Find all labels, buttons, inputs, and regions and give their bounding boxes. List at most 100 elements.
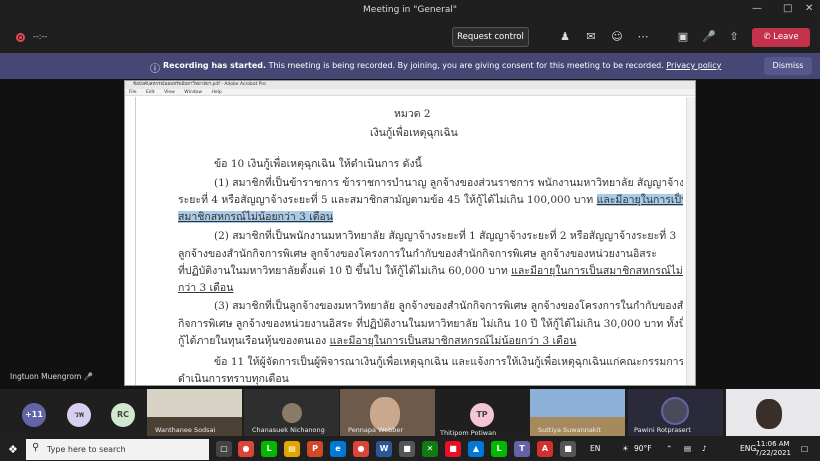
menu-help[interactable]: Help (211, 90, 221, 95)
task-view-icon[interactable]: ▢ (216, 441, 232, 457)
more-participants-button[interactable]: +11 (22, 403, 46, 427)
avatar[interactable]: TP (470, 403, 494, 427)
network-icon[interactable]: ▤ (684, 444, 691, 453)
xbox-icon[interactable]: ✕ (422, 441, 438, 457)
title-bar: Meeting in "General" — □ ✕ (0, 0, 820, 22)
video-feed (661, 397, 689, 425)
teams-icon[interactable]: T (514, 441, 530, 457)
video-tile[interactable]: Wanthanee Sodsai (147, 389, 242, 436)
menu-edit[interactable]: Edit (146, 90, 155, 95)
leave-label: Leave (773, 32, 799, 42)
chat-icon[interactable]: ✉ (584, 30, 598, 44)
edge-icon[interactable]: e (330, 441, 346, 457)
doc-line: สมาชิกสหกรณ์ไม่น้อยกว่า 3 เดือน (178, 208, 334, 225)
participant-name: Wanthanee Sodsai (155, 426, 216, 434)
chevron-up-icon[interactable]: ⌃ (666, 444, 672, 453)
windows-taskbar: ❖ ⚲ Type here to search ▢ ● L ▤ P e ● W … (0, 438, 820, 461)
app-icon[interactable]: ■ (399, 441, 415, 457)
doc-line: ข้อ 10 เงินกู้เพื่อเหตุฉุกเฉิน ให้ดำเนิน… (214, 158, 422, 170)
app-icon[interactable]: ▲ (468, 441, 484, 457)
acrobat-window: ข้อบังคับสหกรณ์ออมทรัพย์มหาวิทยาลัยฯ.pdf… (124, 80, 696, 386)
banner-message: Recording has started. This meeting is b… (163, 61, 721, 70)
avatar[interactable]: วพ (67, 403, 91, 427)
taskbar-search[interactable]: ⚲ Type here to search (26, 439, 209, 460)
weather-icon: ☀ (622, 444, 629, 453)
call-controls: --:-- Request control ♟ ✉ ☺ ⋯ ▣ 🎤 ⇧ ✆ Le… (0, 22, 820, 52)
leave-button[interactable]: ✆ Leave (752, 28, 810, 47)
doc-line: ข้อ 11 ให้ผู้จัดการเป็นผู้พิจารณาเงินกู้… (214, 356, 683, 368)
powerpoint-icon[interactable]: P (307, 441, 323, 457)
share-screen-icon[interactable]: ⇧ (727, 30, 741, 44)
windows-start-icon[interactable]: ❖ (8, 443, 18, 456)
mic-muted-icon: 🎤 (83, 372, 94, 381)
clock-time: 11:06 AM (756, 440, 790, 448)
dismiss-button[interactable]: Dismiss (764, 57, 812, 75)
participant-name: Pennapa Webber (348, 426, 404, 434)
underlined-text: กว่า 3 เดือน (178, 282, 234, 294)
language-small[interactable]: EN (590, 444, 600, 453)
highlighted-text: และมีอายุในการเป็น (596, 194, 683, 206)
notification-icon[interactable]: □ (801, 444, 808, 453)
app-icon[interactable]: ■ (560, 441, 576, 457)
underlined-text: และมีอายุในการเป็นสมาชิกสหกรณ์ไม่น้อยกว่… (329, 335, 577, 347)
doc-text: กู้ได้ภายในทุนเรือนหุ้นของตนเอง (178, 335, 327, 347)
video-tile[interactable] (726, 389, 820, 436)
video-tile[interactable]: Suttiya Suwannakit (530, 389, 625, 436)
participant-name: Suttiya Suwannakit (538, 426, 601, 434)
line-icon[interactable]: L (261, 441, 277, 457)
privacy-policy-link[interactable]: Privacy policy (666, 61, 721, 70)
search-placeholder: Type here to search (47, 445, 126, 454)
doc-line: ดำเนินการทราบทุกเดือน (178, 373, 289, 385)
participant-gallery: +11 วพ RC Wanthanee Sodsai Chanasuek Nic… (0, 389, 820, 437)
menu-window[interactable]: Window (184, 90, 202, 95)
file-explorer-icon[interactable]: ▤ (284, 441, 300, 457)
maximize-icon[interactable]: □ (783, 3, 792, 14)
window-title: Meeting in "General" (363, 5, 457, 15)
call-timer: --:-- (33, 32, 48, 41)
pdf-scrollbar[interactable] (686, 97, 695, 385)
chrome-icon[interactable]: ● (238, 441, 254, 457)
doc-line: ระยะที่ 4 หรือสัญญาจ้างระยะที่ 5 และสมาช… (178, 191, 683, 208)
reactions-icon[interactable]: ☺ (610, 30, 624, 44)
close-icon[interactable]: ✕ (805, 3, 813, 14)
chapter-heading: หมวด 2 (394, 108, 431, 120)
highlighted-text: สมาชิกสหกรณ์ไม่น้อยกว่า 3 เดือน (178, 211, 334, 223)
doc-line: กิจการพิเศษ ลูกจ้างของหน่วยงานอิสระ ที่ป… (178, 318, 683, 330)
menu-file[interactable]: File (129, 90, 137, 95)
video-tile[interactable]: Pennapa Webber (340, 389, 435, 436)
video-feed (282, 403, 302, 423)
clock[interactable]: 11:06 AM 7/22/2021 (753, 440, 793, 458)
video-tile[interactable]: Pawini Rotprasert (628, 389, 723, 436)
recording-banner: ⓘ Recording has started. This meeting is… (0, 53, 820, 79)
search-icon: ⚲ (32, 442, 40, 453)
doc-line: กว่า 3 เดือน (178, 279, 233, 296)
volume-icon[interactable]: ♪ (702, 444, 707, 453)
video-feed (756, 399, 782, 429)
more-options-icon[interactable]: ⋯ (636, 30, 650, 44)
request-control-button[interactable]: Request control (452, 27, 529, 47)
microphone-icon[interactable]: 🎤 (702, 30, 716, 44)
chrome-icon[interactable]: ● (353, 441, 369, 457)
app-icon[interactable]: ■ (445, 441, 461, 457)
doc-line: ลูกจ้างของสำนักกิจการพิเศษ ลูกจ้างของโคร… (178, 248, 657, 260)
weather-temp[interactable]: 90°F (634, 444, 652, 453)
minimize-icon[interactable]: — (752, 3, 762, 14)
banner-bold: Recording has started. (163, 61, 267, 70)
participant-name: Pawini Rotprasert (634, 426, 691, 434)
recording-icon (16, 33, 25, 42)
chapter-title: เงินกู้เพื่อเหตุฉุกเฉิน (370, 127, 458, 139)
word-icon[interactable]: W (376, 441, 392, 457)
acrobat-icon[interactable]: A (537, 441, 553, 457)
camera-icon[interactable]: ▣ (676, 30, 690, 44)
pdf-page: หมวด 2 เงินกู้เพื่อเหตุฉุกเฉิน ข้อ 10 เง… (135, 97, 683, 385)
participants-icon[interactable]: ♟ (558, 30, 572, 44)
doc-line: (2) สมาชิกที่เป็นพนักงานมหาวิทยาลัย สัญญ… (214, 230, 677, 242)
doc-text: ที่ปฏิบัติงานในมหาวิทยาลัยตั้งแต่ 10 ปี … (178, 265, 508, 277)
doc-line: (3) สมาชิกที่เป็นลูกจ้างของมหาวิทยาลัย ล… (214, 300, 683, 312)
banner-text: This meeting is being recorded. By joini… (268, 61, 664, 70)
menu-view[interactable]: View (164, 90, 175, 95)
avatar[interactable]: RC (111, 403, 135, 427)
presenter-label: Ingtuon Muengrom (10, 372, 82, 381)
video-tile[interactable]: Chanasuek Nichanong (244, 389, 339, 436)
line-icon[interactable]: L (491, 441, 507, 457)
